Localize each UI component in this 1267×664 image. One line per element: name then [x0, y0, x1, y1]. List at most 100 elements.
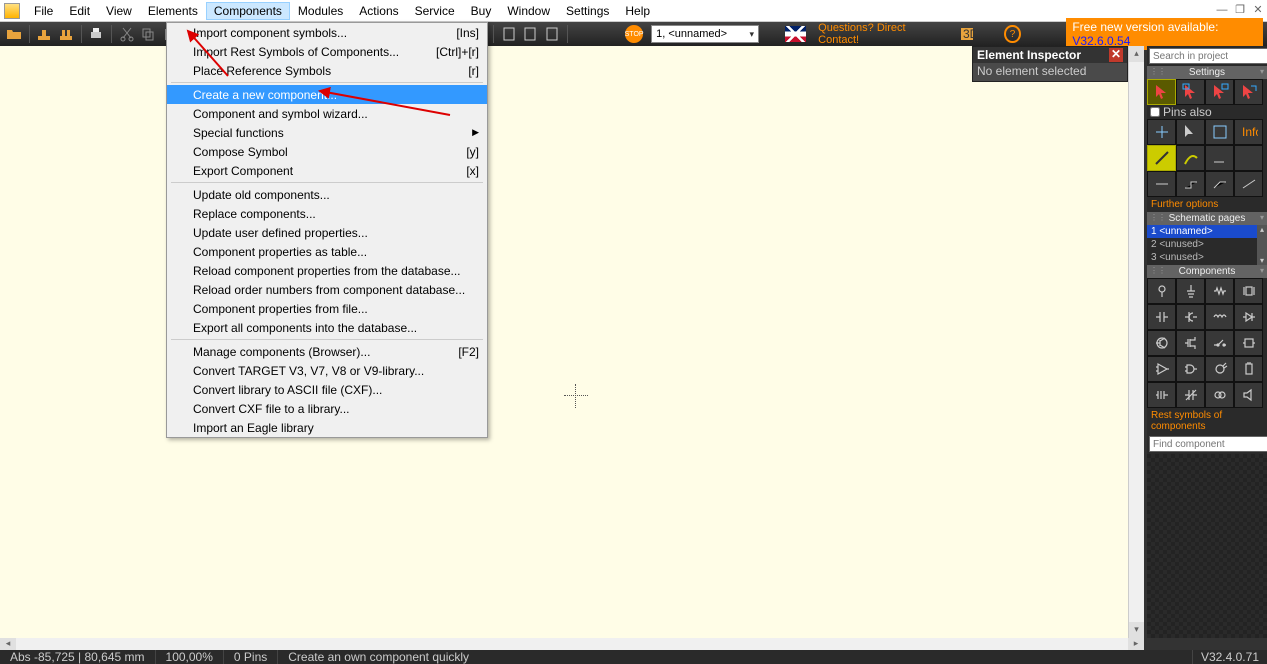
- menu-window[interactable]: Window: [499, 2, 558, 20]
- menu-item[interactable]: Component properties as table...: [167, 242, 487, 261]
- menu-item[interactable]: Reload component properties from the dat…: [167, 261, 487, 280]
- comp-varcap-icon[interactable]: [1176, 382, 1205, 408]
- tool-icon-2[interactable]: [56, 24, 76, 44]
- doc-icon-1[interactable]: [499, 24, 519, 44]
- comp-speaker-icon[interactable]: [1234, 382, 1263, 408]
- menu-item[interactable]: Update user defined properties...: [167, 223, 487, 242]
- comp-vcc-icon[interactable]: [1147, 278, 1176, 304]
- comp-gate-icon[interactable]: [1176, 356, 1205, 382]
- page-selector[interactable]: 1, <unnamed>: [651, 25, 759, 43]
- comp-diode-icon[interactable]: [1234, 304, 1263, 330]
- horizontal-scrollbar[interactable]: ◂ ▸: [0, 638, 1144, 650]
- print-icon[interactable]: [87, 24, 107, 44]
- stop-icon[interactable]: STOP: [625, 25, 643, 43]
- comp-led-icon[interactable]: [1205, 356, 1234, 382]
- menu-item[interactable]: Export all components into the database.…: [167, 318, 487, 337]
- menu-item[interactable]: Import component symbols...[Ins]: [167, 23, 487, 42]
- angle-mode-3[interactable]: [1205, 145, 1234, 171]
- rest-symbols-link[interactable]: Rest symbols of components: [1147, 408, 1267, 434]
- select-mode-2[interactable]: [1176, 119, 1205, 145]
- menu-item[interactable]: Place Reference Symbols[r]: [167, 61, 487, 80]
- menu-help[interactable]: Help: [617, 2, 658, 20]
- menu-service[interactable]: Service: [407, 2, 463, 20]
- copy-icon[interactable]: [139, 24, 159, 44]
- menu-edit[interactable]: Edit: [61, 2, 98, 20]
- menu-item[interactable]: Create a new component...: [167, 85, 487, 104]
- menu-item[interactable]: Convert library to ASCII file (CXF)...: [167, 380, 487, 399]
- menu-components[interactable]: Components: [206, 2, 290, 20]
- comp-transistor-icon[interactable]: [1147, 330, 1176, 356]
- open-icon[interactable]: [4, 24, 24, 44]
- settings-header[interactable]: Settings: [1147, 66, 1267, 79]
- menu-item[interactable]: Convert TARGET V3, V7, V8 or V9-library.…: [167, 361, 487, 380]
- minimize-button[interactable]: —: [1213, 3, 1231, 19]
- angle-mode-2[interactable]: [1176, 145, 1205, 171]
- comp-transformer-icon[interactable]: [1205, 382, 1234, 408]
- menu-buy[interactable]: Buy: [463, 2, 500, 20]
- cursor-mode-4[interactable]: [1234, 79, 1263, 105]
- select-mode-info[interactable]: Info: [1234, 119, 1263, 145]
- doc-icon-3[interactable]: [542, 24, 562, 44]
- cursor-mode-2[interactable]: [1176, 79, 1205, 105]
- tool-icon-1[interactable]: [34, 24, 54, 44]
- angle-mode-4[interactable]: [1234, 145, 1263, 171]
- comp-polycap-icon[interactable]: [1147, 382, 1176, 408]
- menu-item[interactable]: Special functions▶: [167, 123, 487, 142]
- line-mode-3[interactable]: [1205, 171, 1234, 197]
- menu-item[interactable]: Reload order numbers from component data…: [167, 280, 487, 299]
- menu-modules[interactable]: Modules: [290, 2, 351, 20]
- menu-item[interactable]: Manage components (Browser)...[F2]: [167, 342, 487, 361]
- comp-inductor-icon[interactable]: [1205, 304, 1234, 330]
- comp-opamp-icon[interactable]: [1147, 356, 1176, 382]
- menu-settings[interactable]: Settings: [558, 2, 617, 20]
- menu-item[interactable]: Update old components...: [167, 185, 487, 204]
- menu-view[interactable]: View: [98, 2, 140, 20]
- menu-item[interactable]: Component and symbol wizard...: [167, 104, 487, 123]
- inspector-close-icon[interactable]: ✕: [1109, 48, 1123, 62]
- comp-crystal-icon[interactable]: [1234, 278, 1263, 304]
- page-3[interactable]: 3 <unused>: [1147, 251, 1267, 264]
- comp-resistor-icon[interactable]: [1205, 278, 1234, 304]
- scroll-left-icon[interactable]: ◂: [0, 638, 16, 650]
- vertical-scrollbar[interactable]: ▴ ▾: [1128, 46, 1144, 638]
- components-header[interactable]: Components: [1147, 265, 1267, 278]
- schematic-pages-header[interactable]: Schematic pages: [1147, 212, 1267, 225]
- menu-item[interactable]: Replace components...: [167, 204, 487, 223]
- menu-item[interactable]: Component properties from file...: [167, 299, 487, 318]
- menu-item[interactable]: Compose Symbol[y]: [167, 142, 487, 161]
- comp-cap-pol-icon[interactable]: [1176, 304, 1205, 330]
- maximize-button[interactable]: ❐: [1231, 3, 1249, 19]
- page-2[interactable]: 2 <unused>: [1147, 238, 1267, 251]
- comp-switch-icon[interactable]: [1205, 330, 1234, 356]
- menu-actions[interactable]: Actions: [351, 2, 406, 20]
- pins-also-checkbox[interactable]: [1150, 107, 1160, 117]
- language-flag-icon[interactable]: [785, 26, 806, 42]
- select-mode-3[interactable]: [1205, 119, 1234, 145]
- pagelist-scrollbar[interactable]: ▴▾: [1257, 225, 1267, 265]
- menu-item[interactable]: Import an Eagle library: [167, 418, 487, 437]
- find-component-input[interactable]: [1149, 436, 1267, 452]
- contact-link[interactable]: Questions? Direct Contact!: [818, 22, 935, 46]
- scroll-right-icon[interactable]: ▸: [1128, 638, 1144, 650]
- line-mode-2[interactable]: [1176, 171, 1205, 197]
- angle-mode-1[interactable]: [1147, 145, 1176, 171]
- menu-item[interactable]: Import Rest Symbols of Components...[Ctr…: [167, 42, 487, 61]
- project-search-input[interactable]: [1149, 48, 1267, 64]
- line-mode-4[interactable]: [1234, 171, 1263, 197]
- comp-cap-icon[interactable]: [1147, 304, 1176, 330]
- tool-3d-icon[interactable]: 3D: [957, 24, 977, 44]
- comp-fet-icon[interactable]: [1176, 330, 1205, 356]
- line-mode-1[interactable]: [1147, 171, 1176, 197]
- menu-item[interactable]: Convert CXF file to a library...: [167, 399, 487, 418]
- scroll-up-icon[interactable]: ▴: [1129, 46, 1144, 62]
- help-icon[interactable]: ?: [1004, 25, 1020, 43]
- menu-file[interactable]: File: [26, 2, 61, 20]
- comp-relay-icon[interactable]: [1234, 330, 1263, 356]
- page-1[interactable]: 1 <unnamed>: [1147, 225, 1267, 238]
- comp-gnd-icon[interactable]: [1176, 278, 1205, 304]
- scroll-down-icon[interactable]: ▾: [1129, 622, 1144, 638]
- cut-icon[interactable]: [117, 24, 137, 44]
- menu-elements[interactable]: Elements: [140, 2, 206, 20]
- menu-item[interactable]: Export Component[x]: [167, 161, 487, 180]
- close-button[interactable]: ✕: [1249, 3, 1267, 19]
